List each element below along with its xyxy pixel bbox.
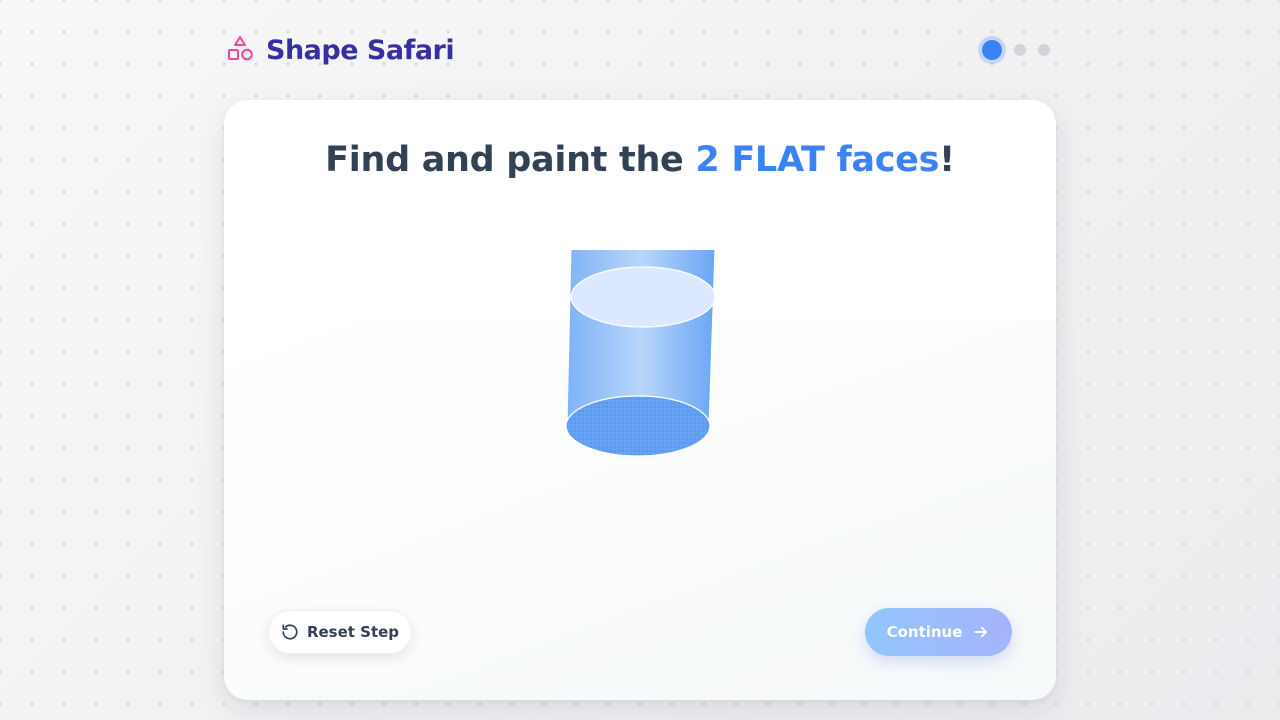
step-dot-current [982,40,1002,60]
app-logo: Shape Safari [224,30,455,70]
reset-step-label: Reset Step [306,623,400,641]
task-prompt: Find and paint the 2 FLAT faces! [224,140,1056,180]
prompt-suffix: ! [939,140,955,180]
step-dot [1014,44,1026,56]
prompt-highlight: 2 FLAT faces [695,140,940,180]
shapes-icon [224,32,256,68]
reset-step-button[interactable]: Reset Step [268,610,412,654]
cylinder-figure [554,250,724,520]
step-progress [978,36,1050,64]
arrow-right-icon [972,623,990,641]
cylinder-bottom-face[interactable] [565,395,711,457]
cylinder-top-face[interactable] [570,266,716,328]
continue-label: Continue [886,623,963,641]
step-dot [1038,44,1050,56]
rotate-ccw-icon [281,623,299,641]
activity-card: Find and paint the 2 FLAT faces! Reset S… [224,100,1056,700]
continue-button[interactable]: Continue [865,608,1012,656]
prompt-prefix: Find and paint the [325,140,696,180]
app-title: Shape Safari [266,34,455,66]
